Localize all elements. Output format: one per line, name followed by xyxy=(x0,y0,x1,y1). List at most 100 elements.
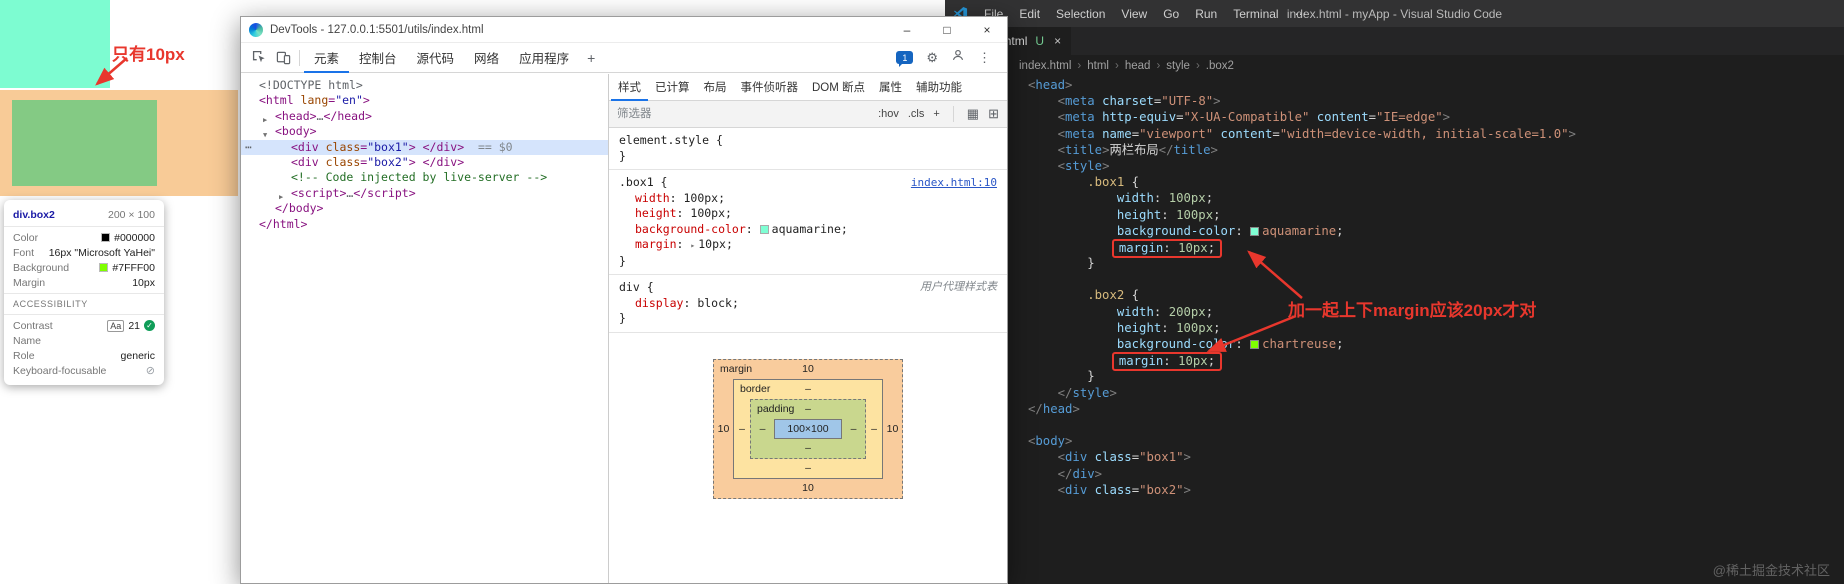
editor-tab-bar: <> index.html U × xyxy=(945,27,1844,55)
minimize-button[interactable]: – xyxy=(887,17,927,43)
style-rule-source-link[interactable]: index.html:10 xyxy=(911,175,997,191)
code-editor[interactable]: <head> <meta charset="UTF-8"> <meta http… xyxy=(945,77,1844,584)
box-model-border-layer[interactable]: border – – padding – – 100×100 – – – – xyxy=(733,378,883,479)
dom-tree-node[interactable]: </body> xyxy=(241,201,608,216)
computed-sidebar-icon[interactable]: ⊞ xyxy=(988,106,999,122)
dom-tree-node[interactable]: ▼ <body> xyxy=(241,124,608,139)
accessibility-section-title: ACCESSIBILITY xyxy=(13,299,88,309)
vscode-titlebar[interactable]: File Edit Selection View Go Run Terminal ⋯ inde… xyxy=(945,0,1844,27)
code-line: background-color: chartreuse; xyxy=(1116,337,1344,351)
device-toolbar-icon[interactable] xyxy=(271,47,295,69)
edge-logo-icon xyxy=(249,22,263,37)
settings-gear-icon[interactable]: ⚙ xyxy=(926,50,938,66)
styles-sidebar-tab[interactable]: 样式 xyxy=(611,74,648,101)
css-property[interactable]: background-color: aquamarine; xyxy=(609,222,1007,238)
css-property[interactable]: display: block; xyxy=(609,296,1007,312)
rendering-emulation-icon[interactable]: ▦ xyxy=(967,106,979,122)
dom-tree-node[interactable]: <div class="box2"> </div> xyxy=(241,155,608,170)
dom-tree-node[interactable]: </html> xyxy=(241,217,608,232)
style-rule[interactable]: element.style {} xyxy=(609,128,1007,170)
dom-tree-node[interactable]: ▶ <head>…</head> xyxy=(241,109,608,124)
new-style-rule-button[interactable]: + xyxy=(933,108,939,120)
breadcrumb-separator-icon: › xyxy=(1077,60,1082,72)
inspect-tooltip: div.box2 200 × 100 Color #000000 Font 16… xyxy=(4,200,164,385)
menu-item[interactable]: Selection xyxy=(1048,7,1113,21)
menu-item[interactable]: View xyxy=(1113,7,1155,21)
box-model-content[interactable]: 100×100 xyxy=(774,418,842,439)
css-property[interactable]: margin: ▸ 10px; xyxy=(609,237,1007,254)
code-line: <meta http-equiv="X-UA-Compatible" conte… xyxy=(1057,110,1451,125)
style-rule[interactable]: 用户代理样式表 div {display: block;} xyxy=(609,275,1007,333)
box-model-padding-layer[interactable]: padding – – 100×100 – – xyxy=(750,398,866,459)
menu-item[interactable]: Terminal xyxy=(1225,7,1286,21)
breadcrumb-item[interactable]: head xyxy=(1123,60,1153,72)
tab-close-icon[interactable]: × xyxy=(1054,34,1061,48)
maximize-button[interactable]: □ xyxy=(927,17,967,43)
keyboard-focusable-row: Keyboard-focusable ⊘ xyxy=(13,364,155,378)
class-toggle-button[interactable]: .cls xyxy=(908,108,925,120)
code-line: <head> xyxy=(1028,78,1073,92)
more-tabs-button[interactable]: + xyxy=(579,50,603,66)
styles-filter-input[interactable] xyxy=(617,105,757,123)
dom-tree-node[interactable]: <!-- Code injected by live-server --> xyxy=(241,170,608,185)
kebab-menu-icon[interactable]: ⋮ xyxy=(978,50,991,66)
code-line: height: 100px; xyxy=(1116,320,1221,335)
styles-sidebar-tab[interactable]: DOM 断点 xyxy=(805,74,872,101)
annotation-only-10px: 只有10px xyxy=(112,45,185,64)
devtools-titlebar[interactable]: DevTools - 127.0.0.1:5501/utils/index.ht… xyxy=(241,17,1007,43)
styles-sidebar-tab[interactable]: 辅助功能 xyxy=(909,74,969,101)
styles-sidebar-tab[interactable]: 已计算 xyxy=(648,74,697,101)
devtools-panel-tab[interactable]: 应用程序 xyxy=(509,43,579,73)
preview-box2 xyxy=(12,100,157,186)
style-rule-origin: 用户代理样式表 xyxy=(920,281,997,293)
color-swatch-icon[interactable] xyxy=(759,224,769,234)
css-property[interactable]: width: 100px; xyxy=(609,191,1007,207)
dom-tree-node[interactable]: ▶ <script>…</script> xyxy=(241,186,608,201)
inspect-element-icon[interactable] xyxy=(247,47,271,69)
breadcrumb-item[interactable]: style xyxy=(1164,60,1192,72)
devtools-panel-tab[interactable]: 网络 xyxy=(464,43,509,73)
git-status-badge: U xyxy=(1035,34,1045,48)
devtools-panel-tab[interactable]: 源代码 xyxy=(407,43,465,73)
dom-tree-node[interactable]: ⋯ <div class="box1"> </div> == $0 xyxy=(241,139,608,156)
box-model-diagram[interactable]: margin 10 10 border – – padding – – 100×… xyxy=(713,358,903,499)
styles-sidebar-tab[interactable]: 布局 xyxy=(697,74,734,101)
code-line: <div class="box1"> xyxy=(1057,450,1191,465)
css-property[interactable]: height: 100px; xyxy=(609,206,1007,222)
name-row: Name xyxy=(13,334,42,347)
styles-sidebar-tab[interactable]: 事件侦听器 xyxy=(734,74,806,101)
breadcrumb-separator-icon: › xyxy=(1156,60,1161,72)
dom-tree-node[interactable]: <!DOCTYPE html> xyxy=(241,78,608,93)
menu-item[interactable]: ⋯ xyxy=(1287,7,1315,21)
styles-filter-bar: :hov .cls + ▦ ⊞ xyxy=(609,101,1007,128)
breadcrumb[interactable]: index.html › html › head › style › .box2 xyxy=(945,55,1844,77)
role-row: Role generic xyxy=(13,349,155,362)
tooltip-margin-row: Margin 10px xyxy=(13,276,155,289)
hover-state-button[interactable]: :hov xyxy=(878,108,899,120)
dom-tree-node[interactable]: <html lang="en"> xyxy=(241,93,608,108)
red-highlight-box: margin: 10px; xyxy=(1111,238,1223,258)
browser-page-preview: 只有10px div.box2 200 × 100 Color #000000 … xyxy=(0,0,245,584)
menu-item[interactable]: Run xyxy=(1187,7,1225,21)
menu-item[interactable]: Go xyxy=(1155,7,1187,21)
devtools-panel-tab[interactable]: 元素 xyxy=(304,43,349,73)
style-rule[interactable]: index.html:10 .box1 {width: 100px; height:… xyxy=(609,170,1007,275)
menu-item[interactable]: Edit xyxy=(1011,7,1048,21)
style-rules: element.style {} index.html:10 .box1 {widt… xyxy=(609,128,1007,333)
breadcrumb-item[interactable]: index.html xyxy=(1017,60,1073,72)
styles-sidebar-tab[interactable]: 属性 xyxy=(872,74,909,101)
breadcrumb-item[interactable]: .box2 xyxy=(1204,60,1236,72)
breadcrumb-item[interactable]: html xyxy=(1085,60,1111,72)
code-line: background-color: aquamarine; xyxy=(1116,223,1344,238)
code-line: <title>两栏布局</title> xyxy=(1057,142,1218,157)
close-button[interactable]: × xyxy=(967,17,1007,43)
box-model-margin-layer[interactable]: margin 10 10 border – – padding – – 100×… xyxy=(713,358,903,499)
styles-sidebar-tabs: 样式 已计算 布局 事件侦听器 DOM 断点 属性 辅助功能 xyxy=(609,74,1007,101)
tooltip-font-row: Font 16px "Microsoft YaHei" xyxy=(13,246,155,259)
feedback-icon[interactable] xyxy=(951,48,965,67)
issues-counter[interactable]: 1 xyxy=(896,51,914,67)
devtools-panel-tab[interactable]: 控制台 xyxy=(349,43,407,73)
preview-margin-overlay xyxy=(0,90,238,196)
